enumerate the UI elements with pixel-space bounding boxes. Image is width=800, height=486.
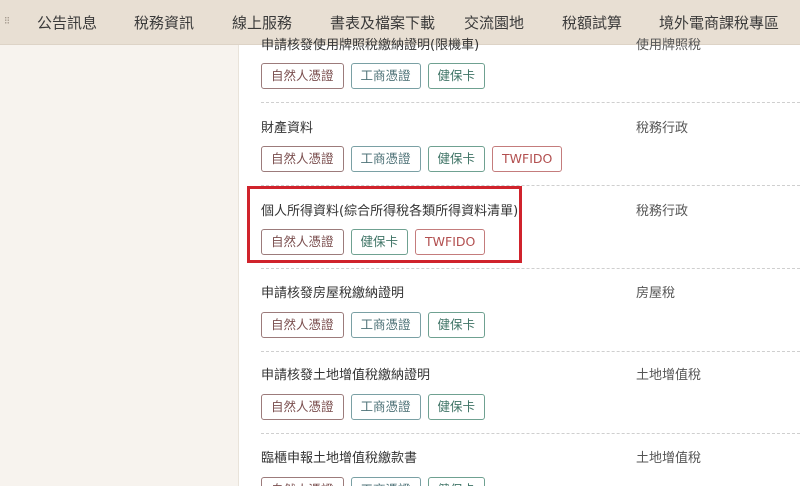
tag-business-certificate[interactable]: 工商憑證 <box>350 146 421 172</box>
tag-citizen-certificate[interactable]: 自然人憑證 <box>261 394 344 420</box>
tag-business-certificate[interactable]: 工商憑證 <box>350 394 421 420</box>
tag-business-certificate[interactable]: 工商憑證 <box>350 477 421 486</box>
tag-business-certificate[interactable]: 工商憑證 <box>350 63 421 89</box>
tag-business-certificate[interactable]: 工商憑證 <box>350 312 421 338</box>
tag-health-card[interactable]: 健保卡 <box>350 229 409 255</box>
service-row: 申請核發土地增值稅繳納證明 土地增值稅 自然人憑證 工商憑證 健保卡 <box>261 364 800 424</box>
service-row: 臨櫃申報土地增值稅繳款書 土地增值稅 自然人憑證 工商憑證 健保卡 <box>261 447 800 486</box>
left-panel <box>0 45 239 486</box>
auth-tags: 自然人憑證 健保卡 TWFIDO <box>261 229 486 255</box>
auth-tags: 自然人憑證 工商憑證 健保卡 <box>261 477 486 486</box>
nav-item-forms-download[interactable]: 書表及檔案下載 <box>330 12 435 33</box>
service-row: 申請核發房屋稅繳納證明 房屋稅 自然人憑證 工商憑證 健保卡 <box>261 282 800 342</box>
auth-tags: 自然人憑證 工商憑證 健保卡 <box>261 63 486 89</box>
auth-tags: 自然人憑證 工商憑證 健保卡 <box>261 394 486 420</box>
nav-item-tax-calculator[interactable]: 稅額試算 <box>562 12 622 33</box>
service-row: 財產資料 稅務行政 自然人憑證 工商憑證 健保卡 TWFIDO <box>261 117 800 177</box>
service-category: 稅務行政 <box>636 121 689 136</box>
service-row: 申請核發使用牌照稅繳納證明(限機車) 使用牌照稅 自然人憑證 工商憑證 健保卡 <box>261 34 800 94</box>
service-title[interactable]: 申請核發土地增值稅繳納證明 <box>261 364 430 383</box>
service-category: 土地增值稅 <box>636 451 702 466</box>
nav-item-community[interactable]: 交流園地 <box>464 12 524 33</box>
row-divider <box>261 185 800 186</box>
row-divider <box>261 268 800 269</box>
service-title[interactable]: 財產資料 <box>261 117 313 136</box>
service-row: 個人所得資料(綜合所得稅各類所得資料清單) 稅務行政 自然人憑證 健保卡 TWF… <box>261 200 800 260</box>
service-title[interactable]: 申請核發使用牌照稅繳納證明(限機車) <box>261 34 479 53</box>
service-title[interactable]: 臨櫃申報土地增值稅繳款書 <box>261 447 417 466</box>
tag-twfido[interactable]: TWFIDO <box>415 229 486 255</box>
service-category: 土地增值稅 <box>636 368 702 383</box>
tag-health-card[interactable]: 健保卡 <box>427 146 486 172</box>
row-divider <box>261 351 800 352</box>
auth-tags: 自然人憑證 工商憑證 健保卡 TWFIDO <box>261 146 563 172</box>
nav-item-cross-border-ecommerce[interactable]: 境外電商課稅專區 <box>659 12 779 33</box>
service-category: 使用牌照稅 <box>636 38 702 53</box>
nav-item-online-services[interactable]: 線上服務 <box>232 12 292 33</box>
drag-grip-icon[interactable]: ⁝⁝ <box>4 14 10 27</box>
tag-twfido[interactable]: TWFIDO <box>492 146 563 172</box>
tag-health-card[interactable]: 健保卡 <box>427 63 486 89</box>
row-divider <box>261 433 800 434</box>
service-title[interactable]: 申請核發房屋稅繳納證明 <box>261 282 404 301</box>
tag-health-card[interactable]: 健保卡 <box>427 477 486 486</box>
tag-citizen-certificate[interactable]: 自然人憑證 <box>261 229 344 255</box>
nav-item-tax-info[interactable]: 稅務資訊 <box>134 12 194 33</box>
auth-tags: 自然人憑證 工商憑證 健保卡 <box>261 312 486 338</box>
tag-health-card[interactable]: 健保卡 <box>427 394 486 420</box>
service-category: 稅務行政 <box>636 204 689 219</box>
row-divider <box>261 102 800 103</box>
tag-health-card[interactable]: 健保卡 <box>427 312 486 338</box>
nav-item-announcements[interactable]: 公告訊息 <box>37 12 97 33</box>
service-category: 房屋稅 <box>636 286 676 301</box>
tag-citizen-certificate[interactable]: 自然人憑證 <box>261 477 344 486</box>
tag-citizen-certificate[interactable]: 自然人憑證 <box>261 146 344 172</box>
tag-citizen-certificate[interactable]: 自然人憑證 <box>261 312 344 338</box>
tag-citizen-certificate[interactable]: 自然人憑證 <box>261 63 344 89</box>
service-title[interactable]: 個人所得資料(綜合所得稅各類所得資料清單) <box>261 200 518 219</box>
